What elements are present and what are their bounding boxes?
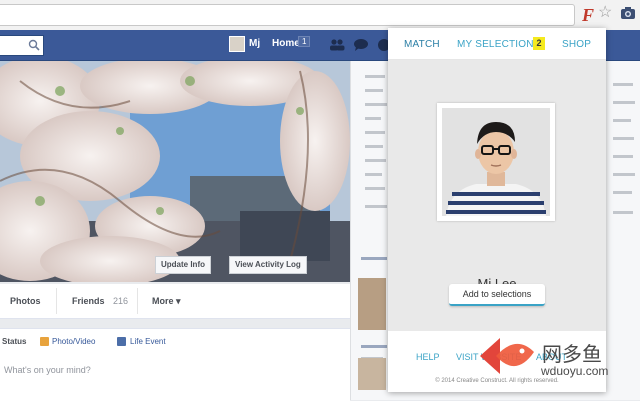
selections-count-badge: 2 (533, 37, 545, 50)
status-composer: Status Photo/Video Life Event What's on … (0, 328, 350, 401)
sidebar-thumbnail[interactable] (358, 278, 386, 330)
tab-photos[interactable]: Photos (10, 296, 41, 306)
composer-photo-option[interactable]: Photo/Video (52, 337, 95, 346)
messages-icon[interactable] (353, 38, 369, 52)
tab-divider (137, 288, 138, 314)
add-to-selections-button[interactable]: Add to selections (449, 284, 545, 306)
photo-icon (40, 337, 49, 346)
profile-tabs: Photos Friends 216 More ▾ (0, 284, 350, 319)
profile-photo (442, 108, 550, 216)
tab-match[interactable]: MATCH (404, 39, 440, 50)
home-count-badge: 1 (298, 36, 311, 47)
tab-friends[interactable]: Friends (72, 296, 105, 306)
star-icon[interactable]: ☆ (598, 5, 614, 21)
profile-photo-frame (437, 103, 555, 221)
help-link[interactable]: HELP (416, 352, 440, 362)
search-input[interactable] (0, 35, 44, 56)
friends-count: 216 (113, 296, 129, 306)
cover-photo (0, 61, 350, 282)
search-icon[interactable] (28, 39, 40, 51)
view-activity-log-button[interactable]: View Activity Log (229, 256, 307, 274)
popup-nav: MATCH MY SELECTIONS 2 SHOP (388, 28, 606, 60)
tab-more[interactable]: More ▾ (152, 296, 181, 307)
composer-status-option[interactable]: Status (2, 337, 26, 346)
tab-my-selections[interactable]: MY SELECTIONS (457, 39, 541, 50)
camera-icon[interactable] (620, 6, 636, 20)
tab-shop[interactable]: SHOP (562, 39, 591, 50)
composer-input[interactable]: What's on your mind? (4, 365, 91, 375)
friends-icon[interactable] (329, 38, 345, 52)
extension-icon[interactable]: F (579, 6, 597, 24)
watermark-text: 网多鱼 (542, 342, 602, 366)
sidebar-thumbnail[interactable] (358, 358, 386, 390)
avatar[interactable] (229, 36, 245, 52)
update-info-button[interactable]: Update Info (155, 256, 211, 274)
watermark-url: wduoyu.com (541, 364, 609, 378)
browser-toolbar: F ☆ (0, 0, 640, 31)
tab-divider (56, 288, 57, 314)
life-event-icon (117, 337, 126, 346)
home-link[interactable]: Home (272, 38, 300, 49)
address-bar[interactable] (0, 4, 575, 26)
composer-life-event-option[interactable]: Life Event (130, 337, 166, 346)
profile-link[interactable]: Mj (249, 38, 260, 49)
